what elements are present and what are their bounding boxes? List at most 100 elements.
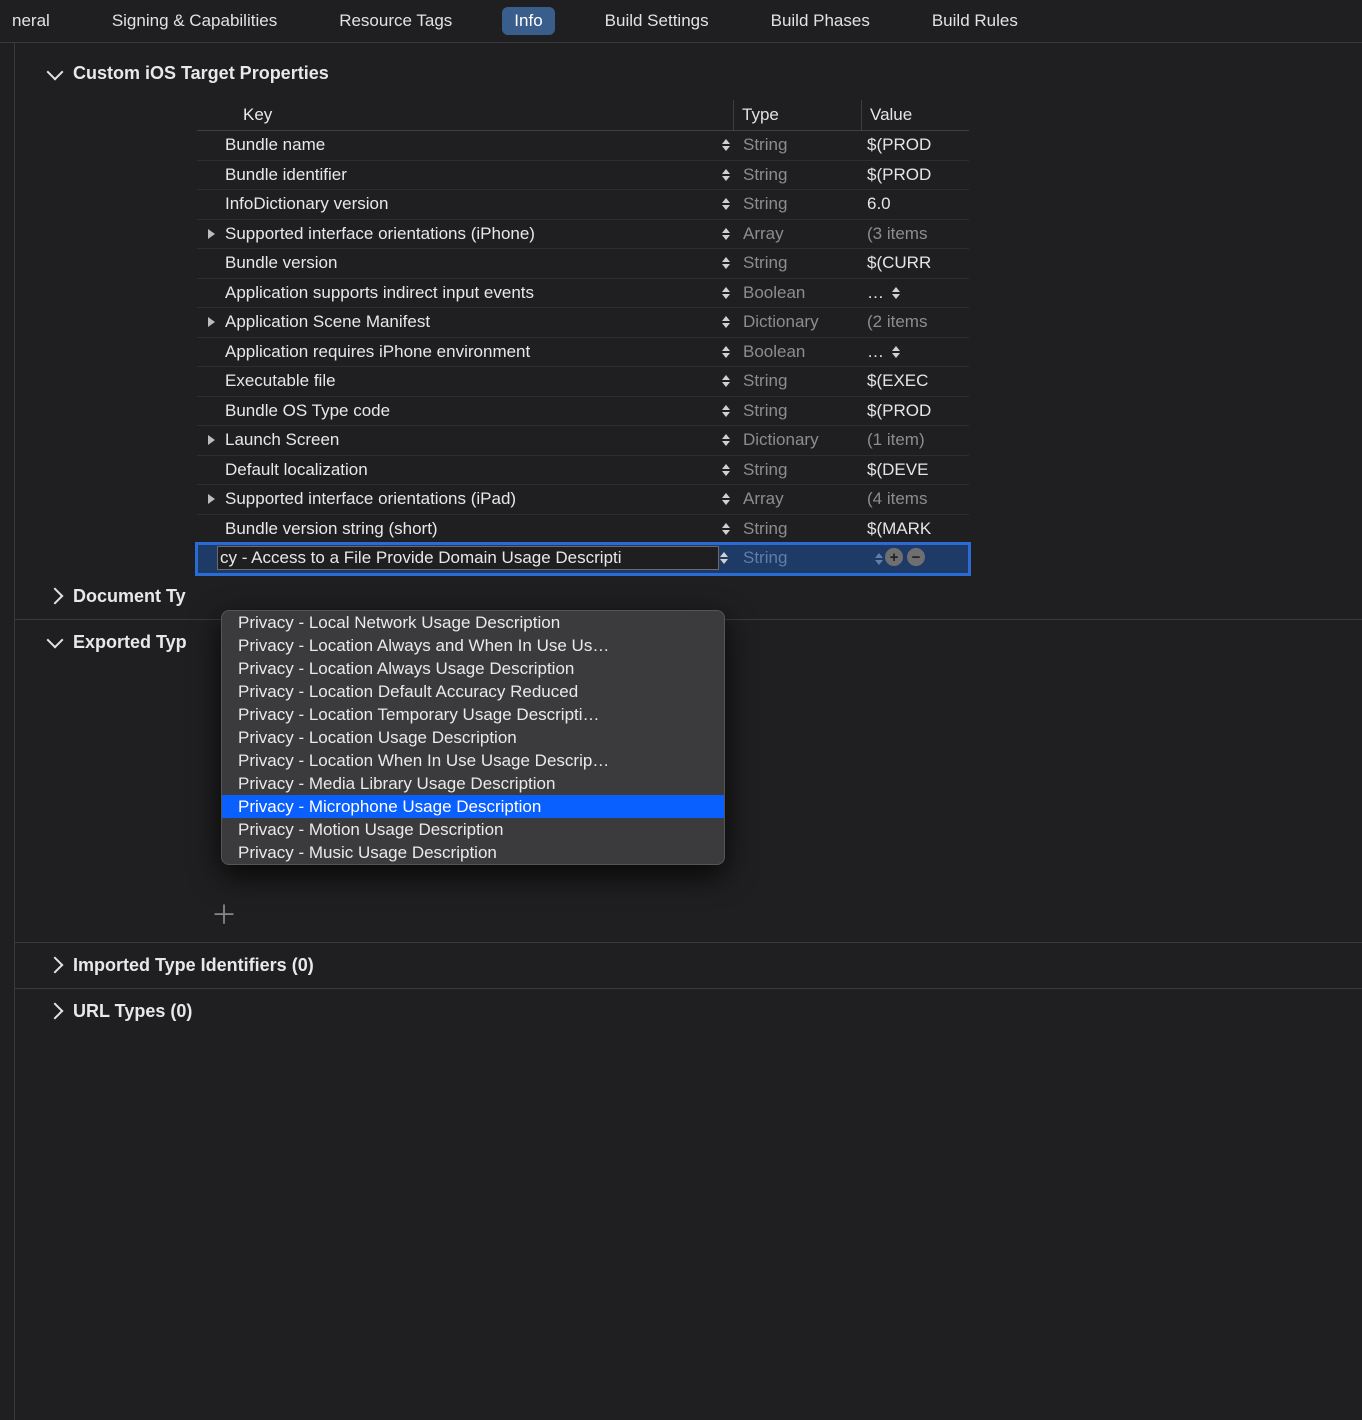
key-cell[interactable]: Bundle name bbox=[225, 135, 719, 155]
value-cell[interactable]: … bbox=[861, 283, 969, 303]
type-cell[interactable]: String bbox=[733, 194, 861, 214]
value-stepper-icon[interactable] bbox=[892, 287, 900, 299]
type-cell[interactable]: String bbox=[733, 165, 861, 185]
tab-info[interactable]: Info bbox=[502, 7, 554, 35]
key-cell[interactable]: InfoDictionary version bbox=[225, 194, 719, 214]
key-cell[interactable]: Application Scene Manifest bbox=[225, 312, 719, 332]
type-cell[interactable]: String bbox=[733, 460, 861, 480]
value-cell[interactable]: (4 items bbox=[861, 489, 969, 509]
remove-row-button[interactable]: − bbox=[907, 548, 925, 566]
plist-row[interactable]: Bundle version String$(CURR bbox=[197, 249, 969, 279]
type-cell[interactable]: String bbox=[733, 253, 861, 273]
key-stepper-icon[interactable] bbox=[719, 426, 733, 455]
key-cell[interactable]: Application requires iPhone environment bbox=[225, 342, 719, 362]
key-stepper-icon[interactable] bbox=[717, 544, 731, 573]
plist-row[interactable]: Application requires iPhone environment B… bbox=[197, 338, 969, 368]
key-stepper-icon[interactable] bbox=[719, 338, 733, 367]
column-type[interactable]: Type bbox=[733, 100, 861, 130]
dropdown-item[interactable]: Privacy - Location Usage Description bbox=[222, 726, 724, 749]
dropdown-item[interactable]: Privacy - Microphone Usage Description bbox=[222, 795, 724, 818]
type-cell[interactable]: Array bbox=[733, 224, 861, 244]
key-cell[interactable]: Bundle version bbox=[225, 253, 719, 273]
tab-general[interactable]: neral bbox=[0, 7, 62, 35]
key-stepper-icon[interactable] bbox=[719, 308, 733, 337]
value-cell[interactable]: 6.0 bbox=[861, 194, 969, 214]
value-cell[interactable]: $(MARK bbox=[861, 519, 969, 539]
type-cell[interactable]: Array bbox=[733, 489, 861, 509]
tab-build-phases[interactable]: Build Phases bbox=[759, 7, 882, 35]
add-icon[interactable]: ＋ bbox=[211, 895, 237, 932]
plist-row[interactable]: Bundle version string (short) String$(MAR… bbox=[197, 515, 969, 545]
section-imported-type-identifiers[interactable]: Imported Type Identifiers (0) bbox=[15, 942, 1362, 988]
type-cell[interactable]: String bbox=[733, 548, 861, 568]
key-stepper-icon[interactable] bbox=[719, 161, 733, 190]
dropdown-item[interactable]: Privacy - Music Usage Description bbox=[222, 841, 724, 864]
type-cell[interactable]: Dictionary bbox=[733, 312, 861, 332]
disclosure-icon[interactable] bbox=[197, 494, 225, 504]
type-cell[interactable]: Dictionary bbox=[733, 430, 861, 450]
key-cell[interactable]: Application supports indirect input even… bbox=[225, 283, 719, 303]
key-stepper-icon[interactable] bbox=[719, 131, 733, 160]
section-custom-ios-properties[interactable]: Custom iOS Target Properties bbox=[15, 57, 1362, 100]
plist-row[interactable]: Bundle OS Type code String$(PROD bbox=[197, 397, 969, 427]
plist-row[interactable]: Application Scene Manifest Dictionary(2 i… bbox=[197, 308, 969, 338]
key-stepper-icon[interactable] bbox=[719, 190, 733, 219]
plist-row[interactable]: Supported interface orientations (iPad) A… bbox=[197, 485, 969, 515]
plist-row[interactable]: Executable fileString$(EXEC bbox=[197, 367, 969, 397]
tab-signing[interactable]: Signing & Capabilities bbox=[100, 7, 289, 35]
disclosure-icon[interactable] bbox=[197, 317, 225, 327]
key-cell[interactable]: Bundle OS Type code bbox=[225, 401, 719, 421]
disclosure-icon[interactable] bbox=[197, 229, 225, 239]
value-cell[interactable]: (2 items bbox=[861, 312, 969, 332]
key-stepper-icon[interactable] bbox=[719, 485, 733, 514]
plist-row[interactable]: Bundle nameString$(PROD bbox=[197, 131, 969, 161]
plist-row[interactable]: Application supports indirect input even… bbox=[197, 279, 969, 309]
key-cell[interactable]: Bundle identifier bbox=[225, 165, 719, 185]
key-input[interactable]: cy - Access to a File Provide Domain Usa… bbox=[217, 546, 719, 570]
plist-row[interactable]: Supported interface orientations (iPhone… bbox=[197, 220, 969, 250]
dropdown-item[interactable]: Privacy - Location Always and When In Us… bbox=[222, 634, 724, 657]
key-autocomplete-dropdown[interactable]: Privacy - Local Network Usage Descriptio… bbox=[221, 610, 725, 865]
type-cell[interactable]: Boolean bbox=[733, 283, 861, 303]
value-cell[interactable]: (3 items bbox=[861, 224, 969, 244]
value-cell[interactable]: $(PROD bbox=[861, 135, 969, 155]
dropdown-item[interactable]: Privacy - Media Library Usage Descriptio… bbox=[222, 772, 724, 795]
tab-build-settings[interactable]: Build Settings bbox=[593, 7, 721, 35]
value-cell[interactable]: $(DEVE bbox=[861, 460, 969, 480]
value-cell[interactable]: (1 item) bbox=[861, 430, 969, 450]
dropdown-item[interactable]: Privacy - Location Default Accuracy Redu… bbox=[222, 680, 724, 703]
plist-row[interactable]: Default localization String$(DEVE bbox=[197, 456, 969, 486]
value-cell[interactable]: $(CURR bbox=[861, 253, 969, 273]
tab-build-rules[interactable]: Build Rules bbox=[920, 7, 1030, 35]
disclosure-icon[interactable] bbox=[197, 435, 225, 445]
tab-resource-tags[interactable]: Resource Tags bbox=[327, 7, 464, 35]
key-cell[interactable]: Launch Screen bbox=[225, 430, 719, 450]
dropdown-item[interactable]: Privacy - Motion Usage Description bbox=[222, 818, 724, 841]
value-cell[interactable]: $(EXEC bbox=[861, 371, 969, 391]
value-stepper-icon[interactable] bbox=[892, 346, 900, 358]
key-cell[interactable]: Bundle version string (short) bbox=[225, 519, 719, 539]
value-cell[interactable]: … bbox=[861, 342, 969, 362]
plist-row[interactable]: Launch Screen Dictionary(1 item) bbox=[197, 426, 969, 456]
type-cell[interactable]: String bbox=[733, 519, 861, 539]
plist-row[interactable]: InfoDictionary version String6.0 bbox=[197, 190, 969, 220]
key-stepper-icon[interactable] bbox=[719, 220, 733, 249]
key-cell[interactable]: Supported interface orientations (iPhone… bbox=[225, 224, 719, 244]
column-key[interactable]: Key bbox=[225, 105, 719, 125]
key-cell[interactable]: Default localization bbox=[225, 460, 719, 480]
value-cell[interactable]: $(PROD bbox=[861, 165, 969, 185]
dropdown-item[interactable]: Privacy - Location When In Use Usage Des… bbox=[222, 749, 724, 772]
type-cell[interactable]: String bbox=[733, 371, 861, 391]
key-stepper-icon[interactable] bbox=[719, 397, 733, 426]
key-cell[interactable]: Supported interface orientations (iPad) bbox=[225, 489, 719, 509]
type-cell[interactable]: Boolean bbox=[733, 342, 861, 362]
key-stepper-icon[interactable] bbox=[719, 279, 733, 308]
value-stepper-icon[interactable] bbox=[875, 553, 883, 565]
key-stepper-icon[interactable] bbox=[719, 367, 733, 396]
type-cell[interactable]: String bbox=[733, 401, 861, 421]
dropdown-item[interactable]: Privacy - Local Network Usage Descriptio… bbox=[222, 611, 724, 634]
plist-row[interactable]: Bundle identifier String$(PROD bbox=[197, 161, 969, 191]
value-cell[interactable]: $(PROD bbox=[861, 401, 969, 421]
key-stepper-icon[interactable] bbox=[719, 249, 733, 278]
dropdown-item[interactable]: Privacy - Location Temporary Usage Descr… bbox=[222, 703, 724, 726]
